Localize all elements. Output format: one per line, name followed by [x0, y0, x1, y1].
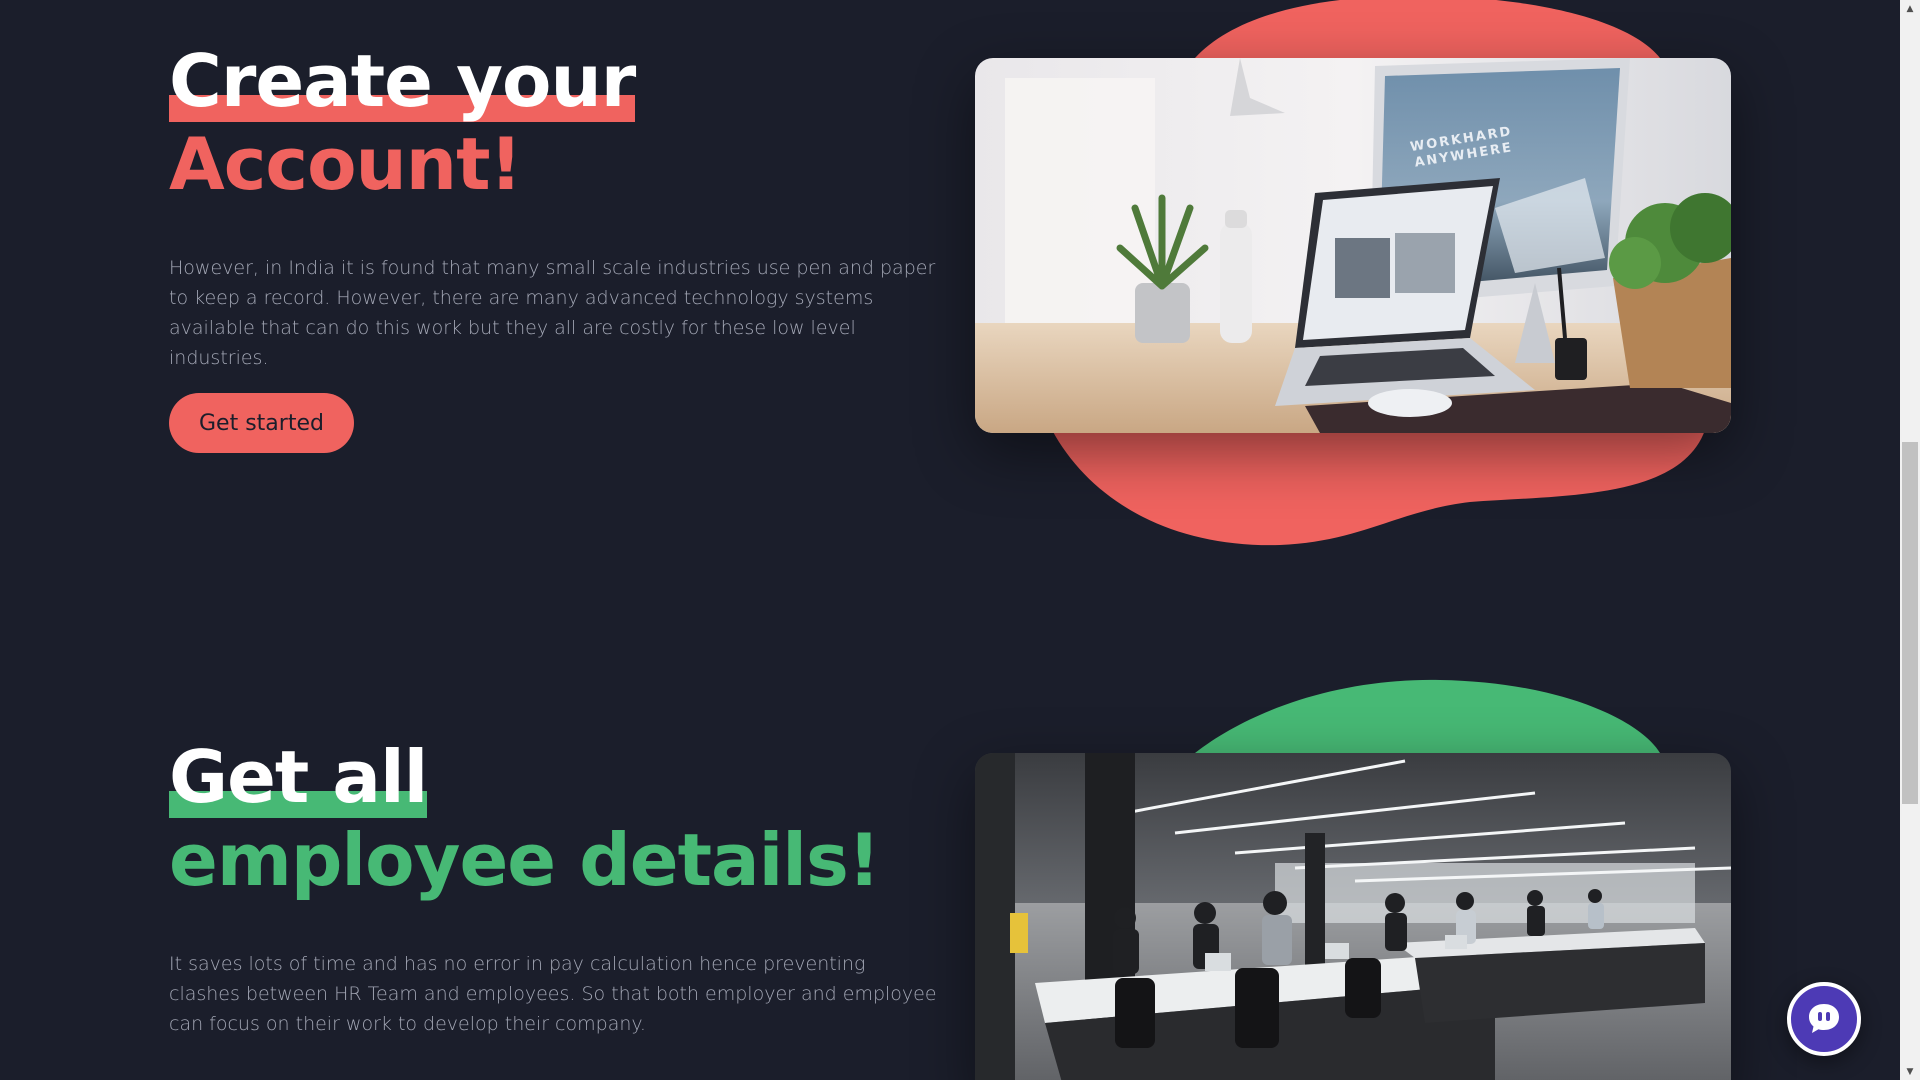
triangle-up-icon[interactable]: ▲: [1900, 0, 1920, 17]
section-create-account: Create your Account! However, in India i…: [0, 0, 1900, 560]
account-title-line1: Create your: [169, 39, 636, 123]
employees-description: It saves lots of time and has no error i…: [169, 953, 937, 1035]
workspace-illustration: [975, 58, 1731, 433]
office-illustration: [975, 753, 1731, 1080]
vertical-scrollbar[interactable]: ▲ ▼: [1900, 0, 1920, 1080]
headline-line1-wrap: Create your: [169, 39, 636, 123]
office-photo: [975, 753, 1731, 1080]
chat-widget-button[interactable]: [1787, 982, 1861, 1056]
page: Create your Account! However, in India i…: [0, 0, 1900, 1080]
employees-title-line1: Get all: [169, 735, 428, 819]
triangle-down-icon[interactable]: ▼: [1900, 1063, 1920, 1080]
workspace-photo: WORKHARD ANYWHERE: [975, 58, 1731, 433]
section-employee-details: Get all employee details! It saves lots …: [0, 670, 1900, 1080]
employees-title-line2: employee details!: [169, 818, 881, 902]
account-description: However, in India it is found that many …: [169, 257, 936, 369]
chat-bubble-icon: [1809, 1004, 1839, 1033]
account-title-line2: Account!: [169, 122, 522, 206]
get-started-button[interactable]: Get started: [169, 393, 354, 453]
account-headline: Create your Account!: [169, 39, 636, 206]
scrollbar-thumb[interactable]: [1902, 442, 1918, 804]
employees-headline: Get all employee details!: [169, 735, 881, 902]
headline-line1-wrap: Get all: [169, 735, 428, 819]
